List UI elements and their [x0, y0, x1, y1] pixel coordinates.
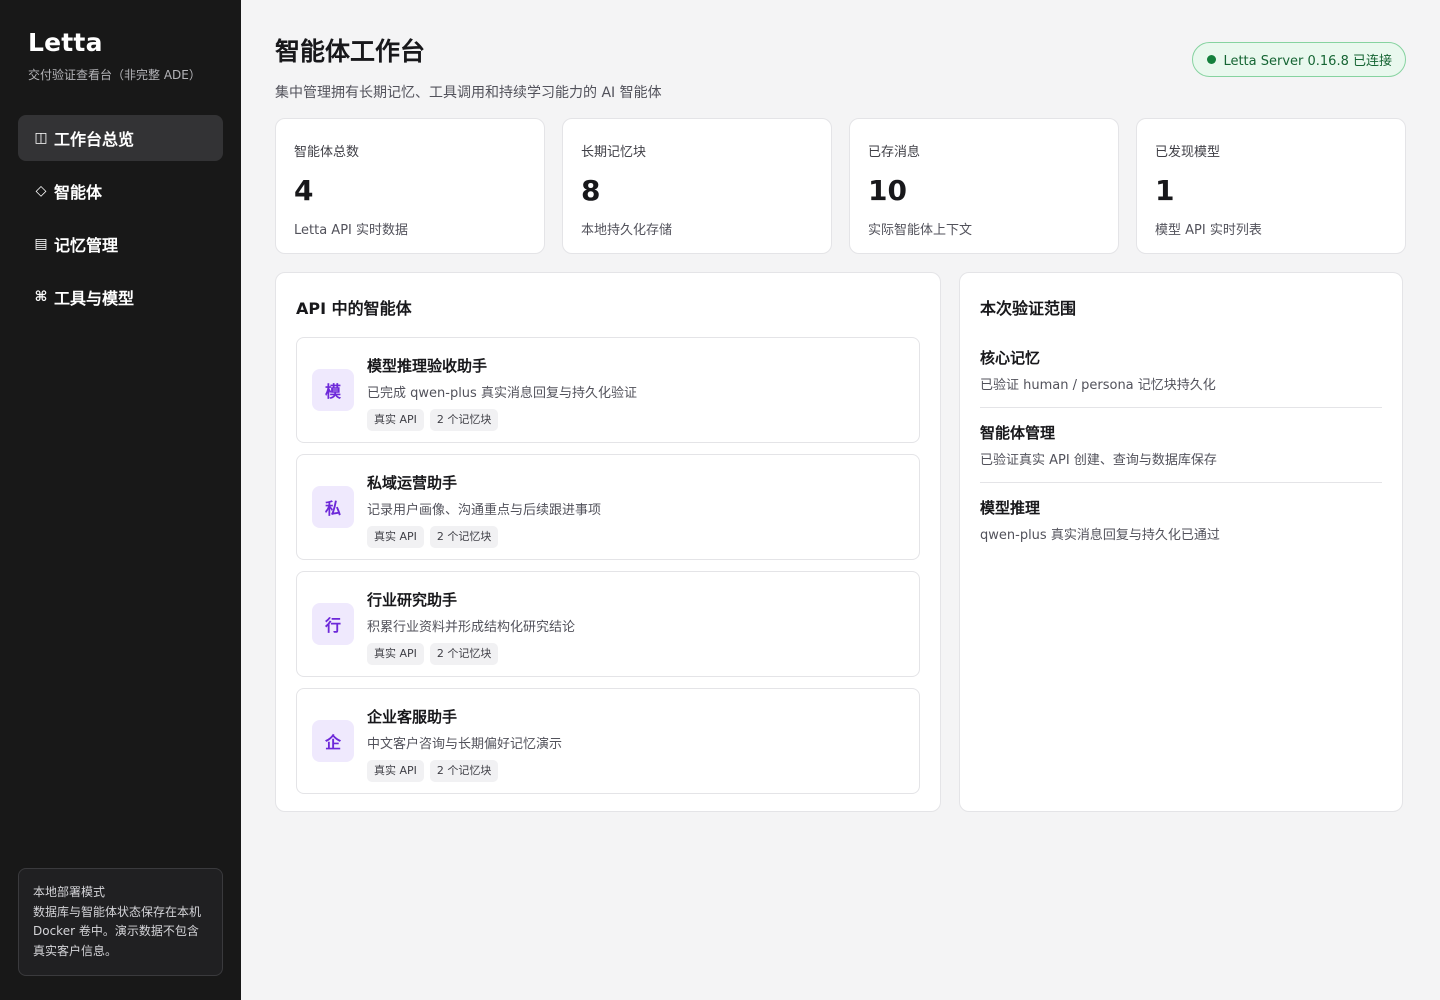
- main-content: 智能体工作台 集中管理拥有长期记忆、工具调用和持续学习能力的 AI 智能体 Le…: [241, 0, 1440, 1000]
- agent-name: 模型推理验收助手: [367, 357, 488, 375]
- stat-value: 8: [581, 174, 601, 207]
- agent-description: 积累行业资料并形成结构化研究结论: [367, 620, 576, 635]
- stat-note: 模型 API 实时列表: [1155, 223, 1262, 238]
- stat-note: Letta API 实时数据: [294, 223, 409, 238]
- agent-tags: 真实 API 2 个记忆块: [367, 526, 601, 548]
- command-icon: ⌘: [34, 289, 48, 305]
- scope-item: 模型推理 qwen-plus 真实消息回复与持久化已通过: [980, 497, 1382, 557]
- stat-note: 本地持久化存储: [581, 223, 673, 238]
- tag-real-api: 真实 API: [367, 409, 424, 431]
- stat-card-memory-blocks: 长期记忆块 8 本地持久化存储: [562, 118, 832, 254]
- tag-real-api: 真实 API: [367, 643, 424, 665]
- agent-body: 企业客服助手 中文客户咨询与长期偏好记忆演示 真实 API 2 个记忆块: [367, 703, 562, 793]
- app-root: Letta 交付验证查看台（非完整 ADE） ◫ 工作台总览 ◇ 智能体 ▤ 记…: [0, 0, 1440, 1000]
- tag-memory-blocks: 2 个记忆块: [429, 643, 499, 665]
- server-status-text: Letta Server 0.16.8 已连接: [1223, 54, 1392, 69]
- agent-body: 行业研究助手 积累行业资料并形成结构化研究结论 真实 API 2 个记忆块: [367, 586, 575, 676]
- stats-row: 智能体总数 4 Letta API 实时数据 长期记忆块 8 本地持久化存储 已…: [275, 118, 1406, 254]
- agent-avatar: 企: [312, 720, 354, 762]
- agent-card[interactable]: 私 私域运营助手 记录用户画像、沟通重点与后续跟进事项 真实 API 2 个记忆…: [296, 454, 920, 560]
- sidebar-nav: ◫ 工作台总览 ◇ 智能体 ▤ 记忆管理 ⌘ 工具与模型: [18, 115, 223, 320]
- sidebar-item-agents[interactable]: ◇ 智能体: [18, 168, 223, 214]
- agent-card[interactable]: 行 行业研究助手 积累行业资料并形成结构化研究结论 真实 API 2 个记忆块: [296, 571, 920, 677]
- deploy-mode-title: 本地部署模式: [33, 885, 106, 899]
- page-header: 智能体工作台 集中管理拥有长期记忆、工具调用和持续学习能力的 AI 智能体 Le…: [275, 32, 1406, 118]
- scope-item-name: 模型推理: [980, 499, 1041, 517]
- sidebar-item-label: 工具与模型: [54, 289, 135, 308]
- scope-item-desc: 已验证 human / persona 记忆块持久化: [980, 378, 1216, 393]
- sidebar-item-overview[interactable]: ◫ 工作台总览: [18, 115, 223, 161]
- agent-avatar: 模: [312, 369, 354, 411]
- sidebar-item-label: 智能体: [54, 183, 103, 202]
- tag-memory-blocks: 2 个记忆块: [429, 526, 499, 548]
- stat-value: 4: [294, 174, 314, 207]
- agent-tags: 真实 API 2 个记忆块: [367, 643, 575, 665]
- agent-body: 模型推理验收助手 已完成 qwen-plus 真实消息回复与持久化验证 真实 A…: [367, 352, 637, 442]
- scope-list: 核心记忆 已验证 human / persona 记忆块持久化 智能体管理 已验…: [980, 347, 1382, 557]
- panels-row: API 中的智能体 模 模型推理验收助手 已完成 qwen-plus 真实消息回…: [275, 272, 1406, 812]
- agent-description: 中文客户咨询与长期偏好记忆演示: [367, 737, 563, 752]
- page-subtitle: 集中管理拥有长期记忆、工具调用和持续学习能力的 AI 智能体: [275, 85, 662, 101]
- scope-item-desc: 已验证真实 API 创建、查询与数据库保存: [980, 453, 1217, 468]
- tag-real-api: 真实 API: [367, 760, 424, 782]
- stat-note: 实际智能体上下文: [868, 223, 973, 238]
- agent-avatar: 行: [312, 603, 354, 645]
- tag-memory-blocks: 2 个记忆块: [429, 409, 499, 431]
- agent-list: 模 模型推理验收助手 已完成 qwen-plus 真实消息回复与持久化验证 真实…: [296, 337, 920, 794]
- stat-value: 10: [868, 174, 907, 207]
- server-status-badge: Letta Server 0.16.8 已连接: [1192, 42, 1406, 77]
- agent-body: 私域运营助手 记录用户画像、沟通重点与后续跟进事项 真实 API 2 个记忆块: [367, 469, 601, 559]
- scope-item-name: 核心记忆: [980, 349, 1041, 367]
- page-title: 智能体工作台: [275, 37, 426, 66]
- sidebar: Letta 交付验证查看台（非完整 ADE） ◫ 工作台总览 ◇ 智能体 ▤ 记…: [0, 0, 241, 1000]
- sidebar-item-label: 工作台总览: [54, 130, 135, 149]
- stat-label: 已发现模型: [1155, 145, 1221, 160]
- list-icon: ▤: [34, 236, 48, 252]
- stat-card-models: 已发现模型 1 模型 API 实时列表: [1136, 118, 1406, 254]
- agent-card[interactable]: 企 企业客服助手 中文客户咨询与长期偏好记忆演示 真实 API 2 个记忆块: [296, 688, 920, 794]
- scope-panel-title: 本次验证范围: [980, 299, 1077, 318]
- sidebar-item-tools-models[interactable]: ⌘ 工具与模型: [18, 274, 223, 320]
- agents-panel-title: API 中的智能体: [296, 299, 412, 318]
- sidebar-item-label: 记忆管理: [54, 236, 119, 255]
- verification-scope-panel: 本次验证范围 核心记忆 已验证 human / persona 记忆块持久化 智…: [959, 272, 1403, 812]
- stat-value: 1: [1155, 174, 1175, 207]
- agents-panel: API 中的智能体 模 模型推理验收助手 已完成 qwen-plus 真实消息回…: [275, 272, 941, 812]
- stat-card-agents: 智能体总数 4 Letta API 实时数据: [275, 118, 545, 254]
- tag-real-api: 真实 API: [367, 526, 424, 548]
- agent-name: 企业客服助手: [367, 708, 458, 726]
- stat-label: 智能体总数: [294, 145, 360, 160]
- agent-name: 行业研究助手: [367, 591, 458, 609]
- agent-description: 记录用户画像、沟通重点与后续跟进事项: [367, 503, 602, 518]
- deploy-mode-note: 本地部署模式 数据库与智能体状态保存在本机 Docker 卷中。演示数据不包含真…: [18, 868, 223, 976]
- brand-logo: Letta: [28, 28, 103, 57]
- stat-card-messages: 已存消息 10 实际智能体上下文: [849, 118, 1119, 254]
- diamond-icon: ◇: [35, 183, 47, 199]
- agent-description: 已完成 qwen-plus 真实消息回复与持久化验证: [367, 386, 637, 401]
- sidebar-item-memory[interactable]: ▤ 记忆管理: [18, 221, 223, 267]
- agent-name: 私域运营助手: [367, 474, 458, 492]
- stat-label: 已存消息: [868, 145, 921, 160]
- scope-item: 核心记忆 已验证 human / persona 记忆块持久化: [980, 347, 1382, 408]
- agent-avatar: 私: [312, 486, 354, 528]
- scope-item: 智能体管理 已验证真实 API 创建、查询与数据库保存: [980, 422, 1382, 483]
- agent-card[interactable]: 模 模型推理验收助手 已完成 qwen-plus 真实消息回复与持久化验证 真实…: [296, 337, 920, 443]
- scope-item-name: 智能体管理: [980, 424, 1056, 442]
- tag-memory-blocks: 2 个记忆块: [429, 760, 499, 782]
- scope-item-desc: qwen-plus 真实消息回复与持久化已通过: [980, 528, 1220, 543]
- stat-label: 长期记忆块: [581, 145, 647, 160]
- agent-tags: 真实 API 2 个记忆块: [367, 409, 637, 431]
- agent-tags: 真实 API 2 个记忆块: [367, 760, 562, 782]
- status-dot-icon: [1207, 55, 1217, 64]
- deploy-mode-text: 数据库与智能体状态保存在本机 Docker 卷中。演示数据不包含真实客户信息。: [33, 904, 202, 958]
- grid-icon: ◫: [34, 130, 48, 146]
- brand-subtitle: 交付验证查看台（非完整 ADE）: [28, 68, 201, 82]
